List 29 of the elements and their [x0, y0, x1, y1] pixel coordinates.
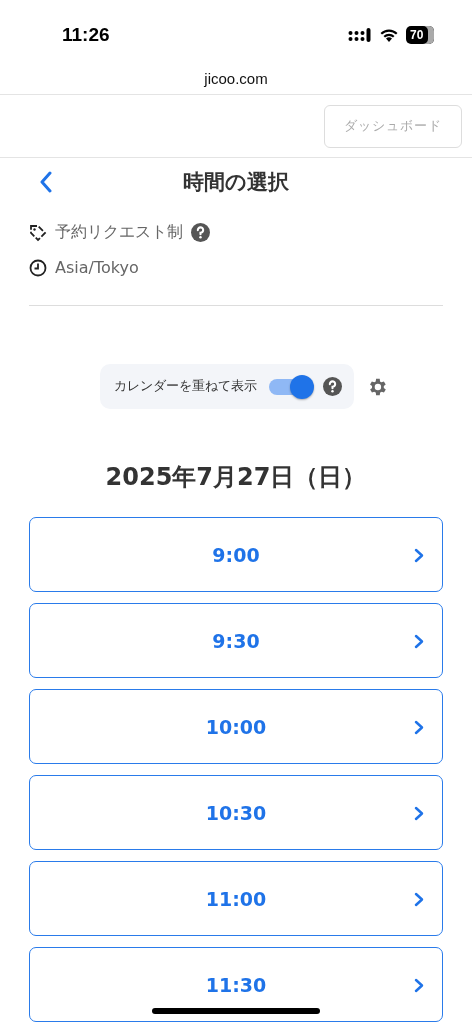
clock-icon [29, 258, 47, 277]
page-title: 時間の選択 [183, 169, 289, 196]
timezone-text[interactable]: Asia/Tokyo [55, 258, 139, 277]
chevron-right-icon [414, 806, 424, 821]
time-slot-button[interactable]: 11:00 [29, 861, 443, 936]
chevron-right-icon [414, 634, 424, 649]
clock-time: 11:26 [62, 23, 110, 46]
overlay-label: カレンダーを重ねて表示 [114, 378, 257, 395]
chevron-right-icon [414, 892, 424, 907]
signal-icon [348, 27, 372, 43]
dashboard-button[interactable]: ダッシュボード [324, 104, 462, 148]
url-text[interactable]: jicoo.com [204, 69, 268, 87]
wifi-icon [379, 27, 399, 43]
booking-type: 予約リクエスト制 [55, 222, 183, 243]
tag-icon [29, 223, 47, 242]
time-slot-button[interactable]: 9:00 [29, 517, 443, 592]
back-icon[interactable] [39, 171, 53, 193]
date-heading: 2025年7月27日（日） [104, 462, 368, 493]
time-slot-button[interactable]: 10:00 [29, 689, 443, 764]
chevron-right-icon [414, 720, 424, 735]
time-slot-button[interactable]: 9:30 [29, 603, 443, 678]
chevron-right-icon [414, 548, 424, 563]
time-slot-button[interactable]: 11:30 [29, 947, 443, 1022]
help-icon[interactable] [323, 377, 342, 396]
time-slot-button[interactable]: 10:30 [29, 775, 443, 850]
overlay-switch[interactable] [269, 373, 315, 400]
help-icon[interactable] [191, 223, 210, 242]
chevron-right-icon [414, 978, 424, 993]
battery-level: 70 [406, 26, 434, 44]
